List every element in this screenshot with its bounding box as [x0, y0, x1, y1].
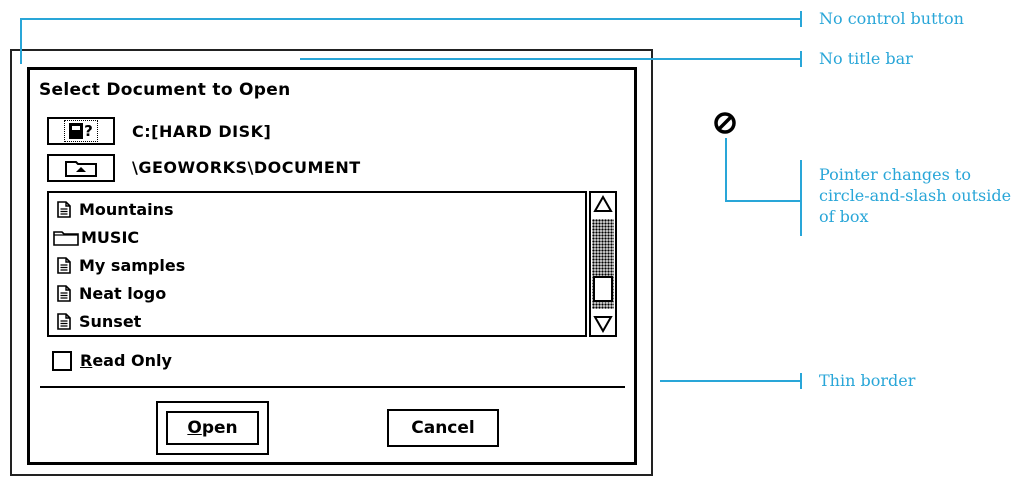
list-item[interactable]: My samples	[57, 253, 185, 277]
drive-label: C:[HARD DISK]	[132, 122, 272, 141]
callout-line	[660, 380, 800, 382]
file-name: Mountains	[79, 199, 174, 219]
callout-line	[300, 58, 800, 60]
file-list-scrollbar[interactable]	[589, 191, 617, 337]
file-name: MUSIC	[81, 227, 140, 247]
scroll-down-button[interactable]	[592, 312, 614, 334]
circle-slash-icon	[714, 112, 736, 134]
document-icon	[57, 256, 71, 274]
folder-up-icon	[65, 161, 97, 177]
list-item[interactable]: Sunset	[57, 309, 141, 333]
annotation-pointer-line: circle-and-slash outside	[819, 186, 1012, 205]
drive-button-text: ?	[84, 122, 93, 140]
callout-line	[725, 138, 727, 202]
read-only-text: ead Only	[92, 351, 172, 370]
list-item[interactable]: Mountains	[57, 197, 174, 221]
open-button[interactable]: Open	[166, 411, 259, 445]
arrow-down-icon	[593, 316, 613, 333]
drive-icon	[69, 123, 84, 139]
document-icon	[57, 284, 71, 302]
callout-line	[20, 18, 22, 64]
dialog-title: Select Document to Open	[39, 80, 291, 100]
list-item[interactable]: Neat logo	[57, 281, 166, 305]
cancel-button[interactable]: Cancel	[387, 409, 499, 447]
open-file-dialog: Select Document to Open ? C:[HARD DISK] …	[27, 67, 637, 465]
drive-button[interactable]: ?	[47, 117, 115, 145]
callout-tick	[800, 373, 802, 389]
open-mnemonic: O	[187, 418, 202, 438]
read-only-mnemonic: R	[80, 351, 93, 370]
file-name: Sunset	[79, 311, 142, 331]
scroll-up-button[interactable]	[592, 194, 614, 216]
file-name: My samples	[79, 255, 186, 275]
scroll-thumb[interactable]	[593, 276, 613, 302]
document-icon	[57, 200, 71, 218]
arrow-up-icon	[593, 195, 613, 212]
read-only-label[interactable]: Read Only	[80, 351, 172, 370]
drive-button-inner: ?	[64, 120, 98, 142]
file-list[interactable]: Mountains MUSIC My samples Neat logo Sun…	[47, 191, 587, 337]
open-button-default-ring: Open	[156, 401, 269, 455]
callout-tick	[800, 51, 802, 67]
annotation-no-control-button: No control button	[819, 9, 964, 28]
annotation-no-title-bar: No title bar	[819, 49, 913, 68]
parent-folder-button[interactable]	[47, 154, 115, 182]
annotation-pointer-line: Pointer changes to	[819, 165, 971, 184]
folder-icon	[53, 230, 79, 246]
document-icon	[57, 312, 71, 330]
callout-line	[725, 200, 801, 202]
list-item[interactable]: MUSIC	[53, 225, 139, 249]
callout-tick	[800, 160, 802, 236]
annotation-pointer-line: of box	[819, 207, 869, 226]
annotation-pointer: Pointer changes to circle-and-slash outs…	[819, 164, 1011, 227]
read-only-checkbox[interactable]	[52, 351, 72, 371]
callout-line	[20, 18, 800, 20]
annotation-thin-border: Thin border	[819, 371, 916, 390]
open-text: pen	[201, 418, 238, 438]
separator	[40, 386, 625, 388]
file-name: Neat logo	[79, 283, 167, 303]
current-path: \GEOWORKS\DOCUMENT	[132, 158, 361, 177]
callout-tick	[800, 11, 802, 27]
